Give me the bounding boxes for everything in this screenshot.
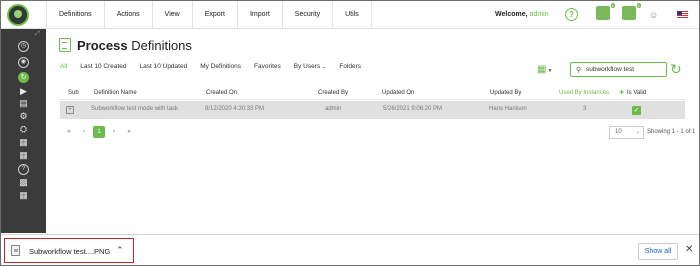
welcome-text: Welcome, admin <box>495 11 549 18</box>
search-input[interactable] <box>586 65 664 74</box>
menu-utils[interactable]: Utils <box>333 1 372 28</box>
page-size-value: 10 <box>615 129 622 135</box>
users-gear-icon[interactable]: ⛭ <box>18 124 29 135</box>
page-size-select[interactable]: 10 ⌄ <box>609 126 644 139</box>
search-box: ⚲ <box>570 62 667 77</box>
page-1-button[interactable]: 1 <box>93 126 105 138</box>
modules-icon[interactable]: ▦ <box>18 190 29 201</box>
pagination: « ‹ 1 › » <box>63 126 138 138</box>
header-created-on[interactable]: Created On <box>206 90 237 96</box>
expand-icon[interactable]: + <box>66 106 74 114</box>
ai-icon[interactable]: ◉ <box>18 57 29 68</box>
tasks-badge: 1 <box>610 3 615 8</box>
header-sub[interactable]: Sub <box>68 90 79 96</box>
page-title: Process Definitions <box>77 38 192 53</box>
image-file-icon <box>11 245 20 256</box>
refresh-icon[interactable]: ↻ <box>670 61 682 77</box>
valid-check-icon: ✓ <box>632 106 641 115</box>
add-column-icon[interactable]: + <box>619 88 624 97</box>
tab-last-10-updated[interactable]: Last 10 Updated <box>140 63 188 70</box>
chevron-up-icon[interactable]: ⌃ <box>116 245 124 256</box>
close-icon[interactable]: ✕ <box>685 244 693 256</box>
notifications-icon[interactable]: 1 <box>622 3 641 20</box>
user-add-icon[interactable]: ☺ <box>649 10 659 20</box>
menu-actions[interactable]: Actions <box>105 1 153 28</box>
cell-created-on: 8/12/2020 4:30:33 PM <box>205 106 265 112</box>
tab-by-users[interactable]: By Users ⌄ <box>294 63 327 70</box>
help-sidebar-icon[interactable]: ? <box>18 164 29 175</box>
apps-icon[interactable]: ▦ <box>18 150 29 161</box>
header-used-by-instances[interactable]: Used By Instances <box>559 90 609 96</box>
help-icon[interactable]: ? <box>565 8 578 21</box>
chart-icon[interactable]: ▤ <box>18 98 29 109</box>
cell-created-by: admin <box>325 106 342 112</box>
process-definitions-icon[interactable]: ↻ <box>18 72 29 83</box>
settings-icon[interactable]: ⚙ <box>18 111 29 122</box>
dashboard-icon[interactable]: ◷ <box>18 41 29 52</box>
cell-definition-name[interactable]: Subworkflow test mode with task <box>91 106 178 112</box>
download-bar: Subworkflow test....PNG ⌃ Show all ✕ <box>1 234 699 265</box>
qr-icon[interactable]: ▩ <box>18 177 29 188</box>
table-row[interactable]: + Subworkflow test mode with task 8/12/2… <box>60 101 685 119</box>
top-bar: Definitions Actions View Export Import S… <box>1 1 699 29</box>
next-page-button[interactable]: › <box>108 126 120 138</box>
app-window: Definitions Actions View Export Import S… <box>0 0 700 266</box>
username[interactable]: admin <box>530 11 549 18</box>
chevron-down-icon: ⌄ <box>635 129 640 135</box>
tab-all[interactable]: All <box>60 63 67 70</box>
header-created-by[interactable]: Created By <box>318 90 348 96</box>
search-icon[interactable]: ⚲ <box>576 66 581 74</box>
app-logo[interactable] <box>7 4 29 26</box>
tab-favorites[interactable]: Favorites <box>254 63 281 70</box>
header-updated-by[interactable]: Updated By <box>490 90 521 96</box>
us-flag-icon[interactable] <box>677 11 688 19</box>
chevron-down-icon: ⌄ <box>322 64 327 70</box>
showing-count: Showing 1 - 1 of 1 <box>647 129 696 135</box>
main-menu: Definitions Actions View Export Import S… <box>46 1 372 28</box>
tab-last-10-created[interactable]: Last 10 Created <box>80 63 126 70</box>
header-is-valid[interactable]: Is Valid <box>627 90 646 96</box>
last-page-button[interactable]: » <box>123 126 135 138</box>
grid-search-icon[interactable]: ▦ <box>18 137 29 148</box>
menu-definitions[interactable]: Definitions <box>46 1 105 28</box>
definitions-table: Sub Definition Name Created On Created B… <box>60 86 685 119</box>
filter-tabs: All Last 10 Created Last 10 Updated My D… <box>60 63 374 70</box>
cell-updated-on: 5/26/2021 9:06:20 PM <box>383 106 443 112</box>
menu-security[interactable]: Security <box>283 1 334 28</box>
sidebar: ⤢ ◷ ◉ ↻ ▶ ▤ ⚙ ⛭ ▦ ▦ ? ▩ ▦ <box>1 29 46 233</box>
notifications-badge: 1 <box>636 3 641 8</box>
cell-used-by-instances: 3 <box>583 106 587 112</box>
columns-icon: ▦ <box>537 64 547 75</box>
play-icon[interactable]: ▶ <box>18 86 29 97</box>
show-all-button[interactable]: Show all <box>638 243 678 260</box>
header-updated-on[interactable]: Updated On <box>382 90 414 96</box>
page-title-bold: Process <box>77 38 128 53</box>
tasks-icon[interactable]: 1 <box>596 3 615 20</box>
first-page-button[interactable]: « <box>63 126 75 138</box>
download-item[interactable]: Subworkflow test....PNG ⌃ <box>4 238 134 263</box>
menu-import[interactable]: Import <box>238 1 283 28</box>
download-file-name[interactable]: Subworkflow test....PNG <box>29 247 110 256</box>
welcome-label: Welcome, <box>495 11 528 18</box>
page-title-rest: Definitions <box>131 38 192 53</box>
menu-export[interactable]: Export <box>193 1 238 28</box>
prev-page-button[interactable]: ‹ <box>78 126 90 138</box>
main-content: Process Definitions All Last 10 Created … <box>46 29 699 233</box>
view-toggle[interactable]: ▦▼ <box>537 64 556 76</box>
chevron-down-icon: ▼ <box>547 68 553 74</box>
tab-by-users-label: By Users <box>293 63 321 70</box>
process-definitions-page-icon <box>59 38 71 52</box>
tab-folders[interactable]: Folders <box>339 63 361 70</box>
cell-updated-by: Hans Hanlson <box>489 106 527 112</box>
menu-view[interactable]: View <box>153 1 193 28</box>
table-header: Sub Definition Name Created On Created B… <box>60 86 685 100</box>
pin-icon[interactable]: ⤢ <box>35 31 40 38</box>
tab-my-definitions[interactable]: My Definitions <box>200 63 241 70</box>
header-definition-name[interactable]: Definition Name <box>94 90 137 96</box>
